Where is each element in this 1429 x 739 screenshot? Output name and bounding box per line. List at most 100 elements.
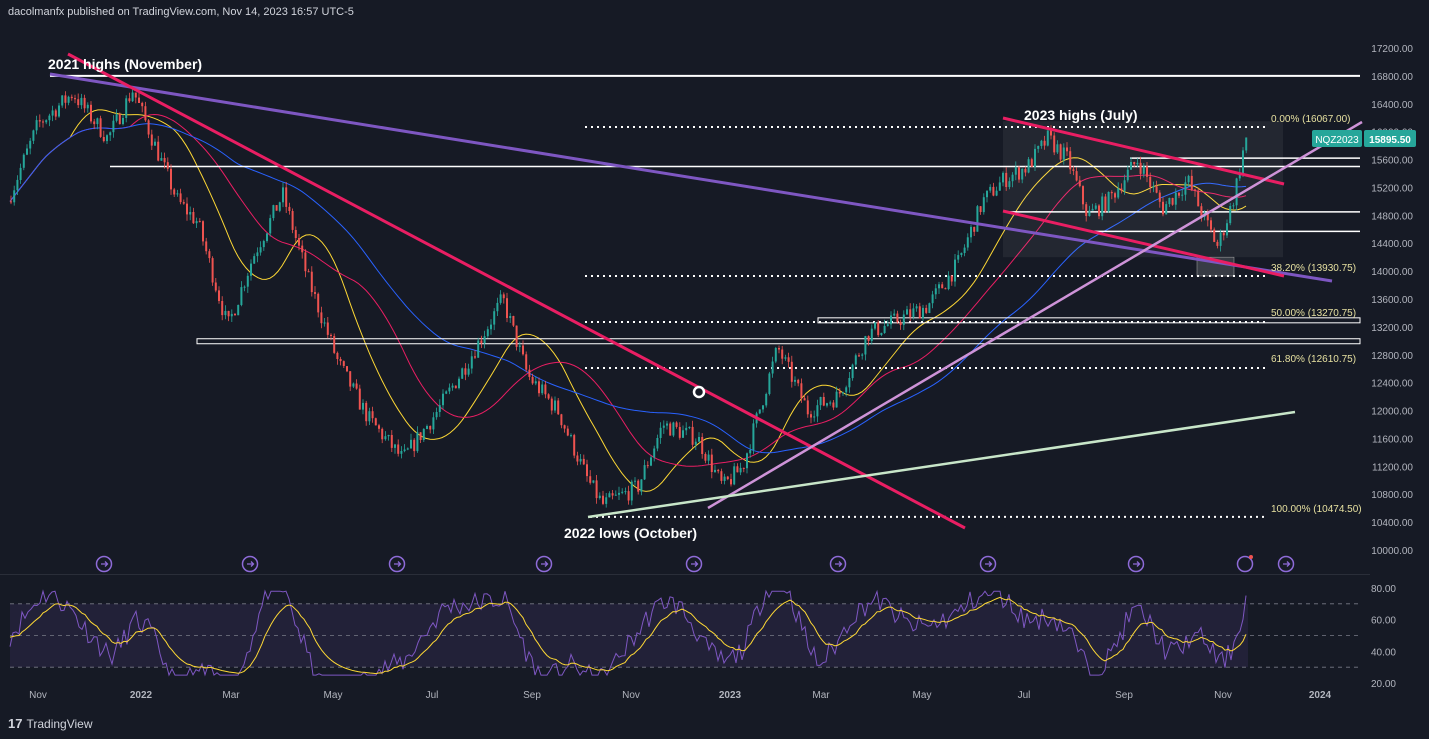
candle-body bbox=[704, 454, 707, 461]
candle-body bbox=[864, 336, 867, 355]
candle-body bbox=[1210, 220, 1212, 230]
candle-body bbox=[666, 423, 668, 426]
candle-body bbox=[531, 376, 534, 384]
candle-body bbox=[656, 438, 659, 449]
candle-body bbox=[694, 441, 697, 445]
candle-body bbox=[995, 190, 998, 196]
candle-body bbox=[214, 282, 217, 291]
candle-body bbox=[986, 190, 988, 198]
candle-body bbox=[333, 336, 336, 353]
event-arrow-icon bbox=[691, 561, 699, 567]
candle-body bbox=[1008, 181, 1011, 187]
candle-body bbox=[131, 92, 134, 102]
candle-body bbox=[486, 329, 489, 337]
label-2021-highs: 2021 highs (November) bbox=[48, 56, 202, 72]
candle-body bbox=[957, 255, 960, 260]
candle-body bbox=[714, 469, 716, 472]
candle-body bbox=[163, 158, 166, 163]
candle-body bbox=[61, 95, 64, 106]
candle-body bbox=[493, 311, 496, 325]
candle-body bbox=[310, 271, 313, 293]
candle-body bbox=[1117, 188, 1120, 198]
candle-body bbox=[195, 221, 198, 224]
candle-body bbox=[1002, 172, 1004, 183]
candle-body bbox=[979, 206, 982, 212]
candle-body bbox=[832, 402, 835, 408]
candle-body bbox=[886, 324, 889, 326]
candle-body bbox=[605, 497, 608, 504]
candle-body bbox=[355, 383, 358, 389]
candle-body bbox=[86, 104, 89, 109]
candle-body bbox=[534, 381, 537, 384]
candle-body bbox=[739, 467, 742, 473]
candle-body bbox=[29, 140, 32, 149]
candle-body bbox=[944, 288, 947, 290]
rsi-tick-label: 20.00 bbox=[1371, 679, 1396, 690]
candle-body bbox=[752, 423, 755, 450]
candle-body bbox=[883, 325, 886, 333]
candle-body bbox=[547, 394, 550, 399]
candle-body bbox=[109, 132, 112, 136]
candle-body bbox=[307, 271, 310, 273]
candle-body bbox=[470, 356, 473, 369]
last-price-label: 15895.50 bbox=[1369, 135, 1411, 146]
fib-label-4: 100.00% (10474.50) bbox=[1271, 504, 1362, 515]
candle-body bbox=[352, 383, 355, 387]
fib-label-3: 61.80% (12610.75) bbox=[1271, 354, 1356, 365]
candle-body bbox=[80, 97, 83, 106]
candle-body bbox=[749, 450, 752, 454]
candle-body bbox=[128, 98, 131, 102]
price-chart[interactable]: 2021 highs (November) 2023 highs (July) 20… bbox=[0, 0, 1429, 739]
candle-body bbox=[38, 120, 41, 122]
event-arrow-icon bbox=[101, 561, 109, 567]
candle-body bbox=[403, 449, 406, 452]
candle-body bbox=[1040, 140, 1043, 146]
candle-body bbox=[746, 453, 748, 469]
label-2023-highs: 2023 highs (July) bbox=[1024, 107, 1138, 123]
candle-body bbox=[672, 422, 675, 436]
candle-body bbox=[1043, 140, 1046, 146]
label-2022-lows: 2022 lows (October) bbox=[564, 525, 697, 541]
candle-body bbox=[275, 205, 278, 211]
candle-body bbox=[1034, 148, 1036, 167]
candle-body bbox=[1050, 130, 1052, 136]
candle-body bbox=[608, 493, 611, 498]
candle-body bbox=[682, 430, 684, 438]
candle-body bbox=[253, 256, 256, 264]
candle-body bbox=[230, 313, 233, 317]
candle-body bbox=[99, 118, 102, 137]
candle-body bbox=[730, 479, 732, 485]
candle-body bbox=[1056, 144, 1059, 153]
candle-body bbox=[198, 221, 201, 223]
candle-body bbox=[845, 387, 848, 393]
candle-body bbox=[96, 118, 99, 125]
candle-body bbox=[93, 121, 96, 125]
candle-body bbox=[541, 384, 544, 394]
tradingview-logo-icon: 17 bbox=[8, 716, 23, 731]
candle-body bbox=[1155, 186, 1158, 193]
candle-body bbox=[1018, 167, 1020, 180]
candle-body bbox=[928, 303, 931, 313]
candle-body bbox=[192, 212, 195, 224]
candle-body bbox=[662, 425, 665, 428]
time-tick-label: Sep bbox=[523, 690, 541, 701]
candle-body bbox=[614, 494, 617, 496]
candle-body bbox=[330, 334, 332, 336]
long-term-support-line bbox=[587, 410, 1296, 519]
candle-body bbox=[77, 99, 80, 106]
candle-body bbox=[205, 241, 208, 252]
candle-body bbox=[349, 371, 352, 387]
candle-body bbox=[538, 381, 540, 394]
event-arrow-icon bbox=[835, 561, 843, 567]
candle-body bbox=[781, 349, 784, 359]
candle-body bbox=[774, 348, 777, 362]
candle-body bbox=[1152, 186, 1155, 188]
price-tick-label: 16800.00 bbox=[1371, 72, 1413, 83]
candle-body bbox=[1126, 169, 1129, 181]
candle-body bbox=[810, 414, 812, 418]
candle-body bbox=[448, 387, 451, 392]
candle-body bbox=[602, 495, 604, 504]
candle-body bbox=[803, 398, 806, 401]
candle-body bbox=[58, 105, 60, 117]
price-tick-label: 15600.00 bbox=[1371, 156, 1413, 167]
